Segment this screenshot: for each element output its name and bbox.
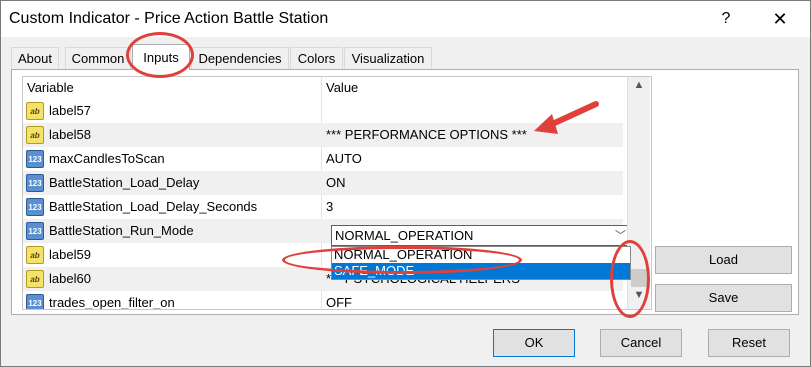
- variable-name: label59: [49, 247, 91, 262]
- variable-name: label57: [49, 103, 91, 118]
- number-type-icon: 123: [26, 174, 44, 192]
- reset-button[interactable]: Reset: [708, 329, 790, 357]
- variable-value[interactable]: 3: [326, 199, 333, 214]
- string-type-icon: ab: [26, 102, 44, 120]
- variable-value[interactable]: OFF: [326, 295, 352, 309]
- string-type-icon: ab: [26, 270, 44, 288]
- grid-header: Variable Value: [23, 77, 623, 99]
- cancel-button[interactable]: Cancel: [600, 329, 682, 357]
- variable-name: label60: [49, 271, 91, 286]
- dialog-window: Custom Indicator - Price Action Battle S…: [0, 0, 811, 367]
- scroll-thumb[interactable]: [631, 269, 647, 287]
- variable-value[interactable]: AUTO: [326, 151, 362, 166]
- title-bar: Custom Indicator - Price Action Battle S…: [1, 1, 810, 37]
- number-type-icon: 123: [26, 198, 44, 216]
- run-mode-option-normal[interactable]: NORMAL_OPERATION: [332, 247, 630, 263]
- table-row[interactable]: ab label57: [23, 99, 623, 123]
- run-mode-select[interactable]: NORMAL_OPERATION ﹀: [331, 225, 631, 246]
- table-row[interactable]: 123 BattleStation_Load_Delay_Seconds 3: [23, 195, 623, 219]
- window-title: Custom Indicator - Price Action Battle S…: [9, 10, 329, 27]
- tab-dependencies[interactable]: Dependencies: [191, 47, 289, 69]
- variable-name: trades_open_filter_on: [49, 295, 175, 310]
- variable-name: BattleStation_Load_Delay_Seconds: [49, 199, 258, 214]
- number-type-icon: 123: [26, 150, 44, 168]
- table-row[interactable]: ab label58 *** PERFORMANCE OPTIONS ***: [23, 123, 623, 147]
- column-header-value[interactable]: Value: [326, 80, 358, 95]
- variable-value[interactable]: ON: [326, 175, 346, 190]
- table-row[interactable]: 123 BattleStation_Load_Delay ON: [23, 171, 623, 195]
- variable-name: BattleStation_Load_Delay: [49, 175, 200, 190]
- table-row[interactable]: 123 maxCandlesToScan AUTO: [23, 147, 623, 171]
- scroll-up-icon[interactable]: ▲: [628, 79, 650, 97]
- number-type-icon: 123: [26, 294, 44, 309]
- table-row[interactable]: 123 trades_open_filter_on OFF: [23, 291, 623, 310]
- scroll-down-icon[interactable]: ▼: [628, 289, 650, 307]
- inputs-panel: Variable Value ab label57 ab label58 *** PER…: [11, 69, 799, 315]
- help-button[interactable]: ?: [713, 7, 739, 31]
- tab-common[interactable]: Common: [65, 47, 131, 69]
- variable-name: label58: [49, 127, 91, 142]
- number-type-icon: 123: [26, 222, 44, 240]
- save-button[interactable]: Save: [655, 284, 792, 312]
- tab-inputs[interactable]: Inputs: [132, 44, 190, 70]
- ok-button[interactable]: OK: [493, 329, 575, 357]
- close-button[interactable]: ✕: [765, 7, 795, 31]
- variable-name: maxCandlesToScan: [49, 151, 165, 166]
- string-type-icon: ab: [26, 246, 44, 264]
- variable-value[interactable]: *** PERFORMANCE OPTIONS ***: [326, 127, 527, 142]
- variable-name: BattleStation_Run_Mode: [49, 223, 194, 238]
- run-mode-option-safe[interactable]: SAFE_MODE: [332, 263, 630, 279]
- tab-colors[interactable]: Colors: [290, 47, 343, 69]
- run-mode-selected-value: NORMAL_OPERATION: [335, 228, 474, 243]
- chevron-down-icon[interactable]: ﹀: [615, 227, 626, 243]
- tab-about[interactable]: About: [11, 47, 59, 69]
- inputs-grid: Variable Value ab label57 ab label58 *** PER…: [22, 76, 652, 310]
- tab-visualization[interactable]: Visualization: [344, 47, 432, 69]
- run-mode-dropdown-list: NORMAL_OPERATION SAFE_MODE: [331, 246, 631, 280]
- column-header-variable[interactable]: Variable: [27, 80, 74, 95]
- string-type-icon: ab: [26, 126, 44, 144]
- load-button[interactable]: Load: [655, 246, 792, 274]
